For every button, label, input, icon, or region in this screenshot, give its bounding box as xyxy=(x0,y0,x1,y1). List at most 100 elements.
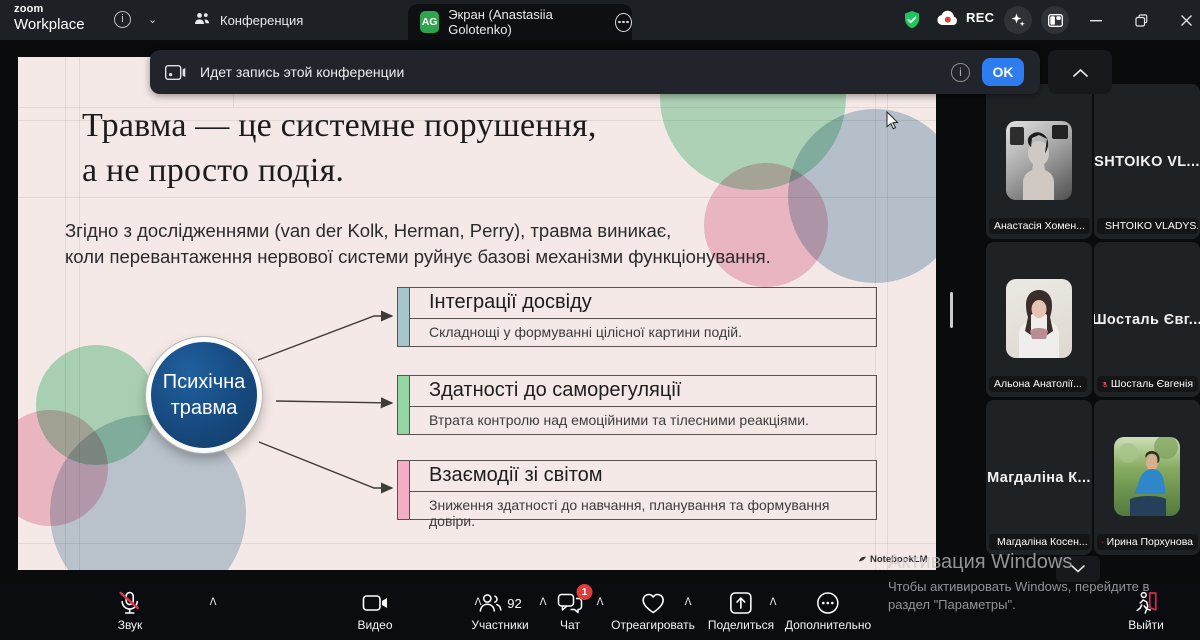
participant-tile-video[interactable]: Ирина Порхунова xyxy=(1094,400,1200,555)
chevron-down-icon[interactable]: ⌄ xyxy=(148,13,157,26)
accent-bar xyxy=(397,460,410,520)
participant-tile-video[interactable]: Анастасія Хомен... xyxy=(986,84,1092,239)
video-label: Видео xyxy=(357,618,392,632)
chevron-up-icon xyxy=(1073,68,1088,77)
participant-video-thumbnail xyxy=(1006,121,1072,200)
participant-tile-name[interactable]: Магдаліна К... Магдаліна Косен... xyxy=(986,400,1092,555)
zoom-workplace-logo: zoom Workplace xyxy=(14,4,85,32)
more-options-icon xyxy=(817,592,839,614)
screen-recording-icon xyxy=(165,65,186,80)
chat-options-chevron[interactable]: ᐱ xyxy=(597,597,604,608)
hide-banner-button[interactable] xyxy=(1048,50,1112,94)
chevron-down-icon xyxy=(1071,565,1085,573)
share-button[interactable]: Поделиться xyxy=(708,591,774,632)
brand-zoom: zoom xyxy=(14,4,85,15)
windows-activation-hint-line1: Чтобы активировать Windows, перейдите в xyxy=(888,579,1149,594)
presentation-slide: Травма — це системне порушення, а не про… xyxy=(18,57,936,570)
box-description: Складнощі у формуванні цілісної картини … xyxy=(398,319,876,340)
share-options-chevron[interactable]: ᐱ xyxy=(770,597,777,608)
shared-screen-area: Травма — це системне порушення, а не про… xyxy=(0,40,1200,584)
leave-label: Выйти xyxy=(1128,618,1164,632)
scrollbar-thumb[interactable] xyxy=(950,292,953,328)
participant-name-label: SHTOIKO VLADYS... xyxy=(1097,218,1198,234)
tab-screen-label: Экран (Anastasiia Golotenko) xyxy=(448,7,598,37)
leave-meeting-icon xyxy=(1134,591,1158,615)
audio-button[interactable]: Звук xyxy=(118,591,143,632)
react-button[interactable]: Отреагировать xyxy=(611,591,695,632)
participant-tile-video[interactable]: Альона Анатолії... xyxy=(986,242,1092,397)
tab-conference[interactable]: Конференция xyxy=(180,0,402,40)
participants-icon xyxy=(478,593,502,613)
chat-unread-badge: 1 xyxy=(577,584,593,600)
react-options-chevron[interactable]: ᐱ xyxy=(685,597,692,608)
participant-display-name: SHTOIKO VL... xyxy=(1094,154,1200,170)
meeting-info-icon[interactable]: i xyxy=(114,11,131,28)
participants-button[interactable]: 92 Участники xyxy=(471,591,528,632)
muted-mic-icon xyxy=(1102,537,1104,548)
participants-group-icon xyxy=(194,12,211,29)
participant-video-thumbnail xyxy=(1006,279,1072,358)
box-description: Втрата контролю над емоційними та тілесн… xyxy=(398,407,876,428)
muted-mic-icon xyxy=(1102,379,1108,390)
layout-view-button[interactable] xyxy=(1041,6,1069,34)
chat-button[interactable]: 1 Чат xyxy=(558,591,583,632)
box-description: Зниження здатності до навчання, плануван… xyxy=(398,492,876,529)
zoom-meeting-window: zoom Workplace i ⌄ Конференция AG Экран … xyxy=(0,0,1200,640)
audio-options-chevron[interactable]: ᐱ xyxy=(210,597,217,608)
ok-button[interactable]: OK xyxy=(982,58,1024,86)
share-screen-icon xyxy=(730,592,752,614)
tab-screen-share[interactable]: AG Экран (Anastasiia Golotenko) xyxy=(408,4,632,40)
participants-label: Участники xyxy=(471,618,528,632)
participant-display-name: Шосталь Євг... xyxy=(1094,312,1200,328)
participant-name-label: Магдаліна Косен... xyxy=(989,534,1090,550)
box-title: Взаємодії зі світом xyxy=(398,461,876,492)
chat-label: Чат xyxy=(560,618,580,632)
recording-message: Идет запись этой конференции xyxy=(200,64,404,80)
participant-name-label: Ирина Порхунова xyxy=(1097,534,1198,550)
participants-count: 92 xyxy=(507,596,521,611)
avatar: AG xyxy=(420,11,439,33)
accent-bar xyxy=(397,375,410,435)
participant-tile-name[interactable]: SHTOIKO VL... SHTOIKO VLADYS... xyxy=(1094,84,1200,239)
windows-activation-hint-line2: раздел "Параметры". xyxy=(888,597,1016,612)
more-button[interactable]: Дополнительно xyxy=(785,591,871,632)
participants-options-chevron[interactable]: ᐱ xyxy=(540,597,547,608)
mouse-cursor xyxy=(886,111,899,135)
heart-icon xyxy=(641,593,665,614)
diagram-box-integration: Інтеграції досвіду Складнощі у формуванн… xyxy=(397,287,877,347)
audio-label: Звук xyxy=(118,618,143,632)
participant-name-label: Шосталь Євгенія xyxy=(1097,376,1198,392)
accent-bar xyxy=(397,287,410,347)
brand-workplace: Workplace xyxy=(14,17,85,32)
react-label: Отреагировать xyxy=(611,618,695,632)
box-title: Інтеграції досвіду xyxy=(398,288,876,319)
muted-mic-icon xyxy=(119,591,141,615)
share-label: Поделиться xyxy=(708,618,774,632)
leave-button[interactable]: Выйти xyxy=(1128,591,1164,632)
diagram-box-world-interaction: Взаємодії зі світом Зниження здатності д… xyxy=(397,460,877,520)
restore-window-button[interactable] xyxy=(1124,0,1158,40)
node-label-line2: травма xyxy=(171,397,238,419)
diagram-node-psychic-trauma: Психічна травма xyxy=(146,337,262,453)
participant-name-label: Анастасія Хомен... xyxy=(989,218,1090,234)
ai-companion-button[interactable] xyxy=(1004,6,1032,34)
minimize-button[interactable] xyxy=(1079,0,1113,40)
participant-tile-name[interactable]: Шосталь Євг... Шосталь Євгенія xyxy=(1094,242,1200,397)
video-camera-icon xyxy=(362,594,388,612)
rec-label: REC xyxy=(966,10,994,25)
recording-notification-banner: Идет запись этой конференции i OK xyxy=(150,50,1040,94)
participant-video-thumbnail xyxy=(1114,437,1180,516)
info-icon[interactable]: i xyxy=(951,63,970,82)
participant-display-name: Магдаліна К... xyxy=(987,470,1091,486)
recording-indicator[interactable]: REC xyxy=(936,9,994,26)
security-shield-icon[interactable] xyxy=(902,10,922,35)
node-label-line1: Психічна xyxy=(163,371,246,393)
more-label: Дополнительно xyxy=(785,618,871,632)
close-button[interactable] xyxy=(1169,0,1200,40)
participant-name-label: Альона Анатолії... xyxy=(989,376,1087,392)
tab-conference-label: Конференция xyxy=(220,13,303,28)
box-title: Здатності до саморегуляції xyxy=(398,376,876,407)
title-bar: zoom Workplace i ⌄ Конференция AG Экран … xyxy=(0,0,1200,40)
tab-options-icon[interactable] xyxy=(615,13,632,32)
video-button[interactable]: Видео xyxy=(357,591,392,632)
